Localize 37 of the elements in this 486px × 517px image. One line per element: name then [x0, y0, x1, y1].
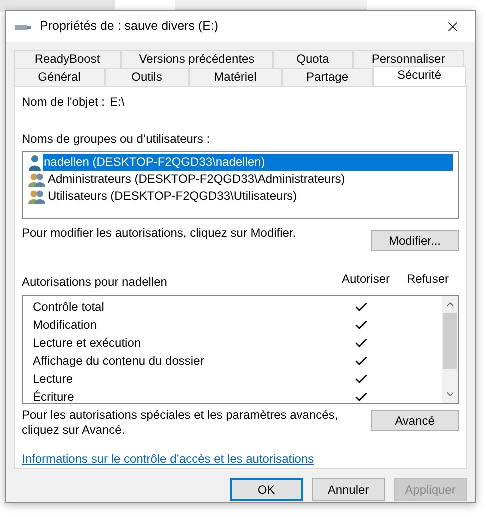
groups-label: Noms de groupes ou d’utilisateurs : — [22, 131, 212, 148]
tab[interactable]: Sécurité — [373, 66, 466, 86]
column-header: Autoriser — [340, 271, 392, 288]
drive-icon — [15, 22, 31, 30]
list-item[interactable]: Utilisateurs (DESKTOP-F2QGD33\Utilisateurs) — [47, 188, 453, 205]
dialog-button[interactable]: OK — [230, 478, 303, 501]
list-item[interactable]: Administrateurs (DESKTOP-F2QGD33\Administrateurs) — [47, 171, 453, 188]
tab[interactable]: ReadyBoost — [14, 50, 121, 68]
permission-label: Modification — [33, 317, 98, 334]
tab[interactable]: Général — [14, 68, 105, 86]
permission-label: Affichage du contenu du dossier — [33, 353, 206, 370]
scrollbar[interactable] — [442, 296, 458, 403]
tab[interactable]: Quota — [273, 50, 353, 68]
user-icon — [28, 154, 42, 170]
permission-label: Lecture et exécution — [33, 335, 142, 352]
users-icon — [28, 172, 46, 188]
users-icon — [28, 188, 46, 204]
tab[interactable]: Versions précédentes — [121, 50, 273, 68]
permissions-label: Autorisations pour nadellen — [22, 274, 168, 291]
modify-hint: Pour modifier les autorisations, cliquez sur Modifier. — [22, 225, 298, 242]
tab[interactable]: Matériel — [189, 68, 282, 86]
tab[interactable]: Partage — [282, 68, 373, 86]
permission-label: Lecture — [33, 371, 74, 388]
object-name-label: Nom de l'objet : — [22, 94, 106, 111]
modify-button[interactable]: Modifier... — [371, 230, 459, 251]
tab[interactable]: Outils — [105, 68, 189, 86]
list-item[interactable]: nadellen (DESKTOP-F2QGD33\nadellen) — [43, 154, 453, 171]
column-header: Refuser — [406, 271, 450, 288]
advanced-button[interactable]: Avancé — [371, 410, 459, 431]
permission-label: Contrôle total — [33, 299, 106, 316]
advanced-hint: Pour les autorisations spéciales et les paramètres avancés, cliquez sur Avancé. — [22, 408, 340, 438]
info-link[interactable]: Informations sur le contrôle d’accès et les autorisations — [22, 450, 314, 468]
window-title: Propriétés de : sauve divers (E:) — [40, 18, 219, 36]
object-name-value: E:\ — [110, 94, 125, 111]
dialog-button[interactable]: Annuler — [312, 478, 385, 501]
tab[interactable]: Personnaliser — [353, 50, 464, 68]
permission-label: Écriture — [33, 389, 76, 406]
